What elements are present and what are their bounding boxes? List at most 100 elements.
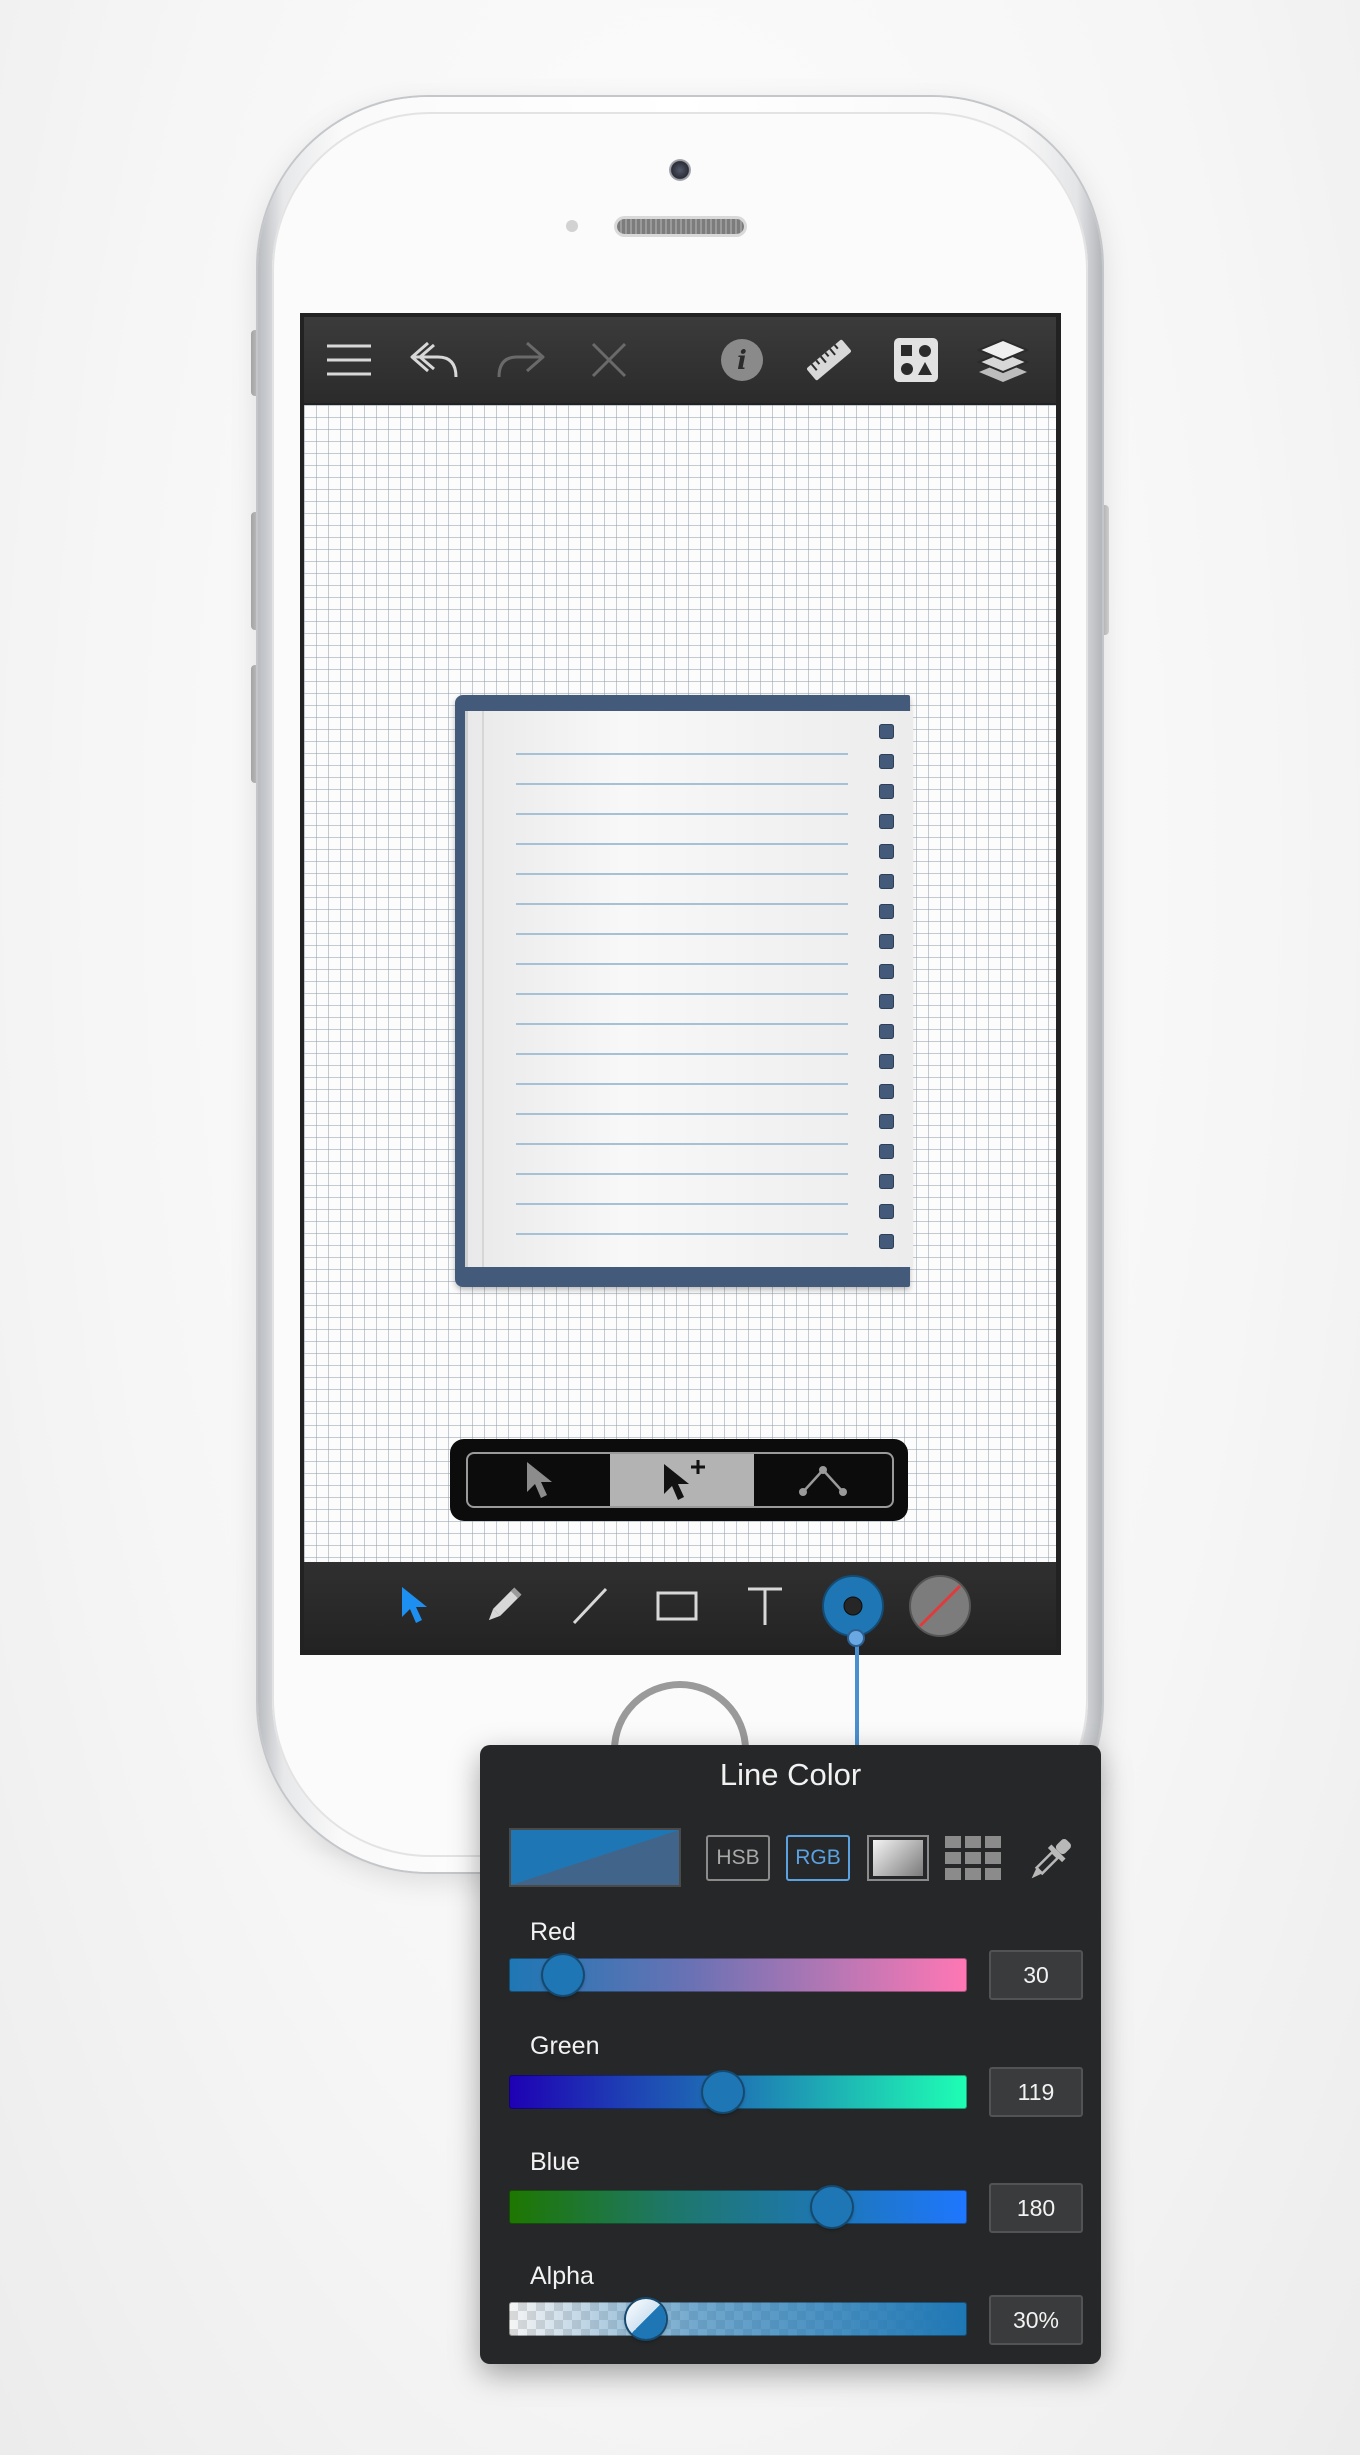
edit-points-icon <box>799 1466 847 1496</box>
notebook-binding-ring <box>879 964 894 979</box>
ruler-icon <box>807 339 851 381</box>
notebook-binding-ring <box>879 874 894 889</box>
fill-color-button[interactable] <box>905 1562 975 1650</box>
palette-button[interactable] <box>945 1836 1003 1882</box>
color-swatch-preview[interactable] <box>509 1828 681 1887</box>
notebook-rule-line <box>516 1203 848 1205</box>
gradient-icon <box>873 1840 923 1876</box>
undo-button[interactable] <box>399 317 469 403</box>
eyedropper-icon <box>1031 1839 1071 1879</box>
shapes-library-icon <box>894 338 938 382</box>
earpiece-speaker <box>617 219 744 234</box>
notebook-binding-ring <box>879 784 894 799</box>
notebook-page <box>465 711 913 1267</box>
blue-slider[interactable] <box>509 2190 967 2224</box>
proximity-sensor <box>566 220 578 232</box>
shapes-library-button[interactable] <box>881 317 951 403</box>
notebook-rule-line <box>516 993 848 995</box>
notebook-rule-line <box>516 1143 848 1145</box>
notebook-rule-line <box>516 873 848 875</box>
notebook-rule-line <box>516 783 848 785</box>
notebook-binding-ring <box>879 844 894 859</box>
green-label: Green <box>530 2032 600 2060</box>
front-camera <box>669 159 691 181</box>
close-icon <box>591 342 627 378</box>
notebook-binding-ring <box>879 1234 894 1249</box>
notebook-binding-ring <box>879 1054 894 1069</box>
text-tool[interactable] <box>730 1562 800 1650</box>
notebook-binding-ring <box>879 1144 894 1159</box>
line-tool-icon <box>572 1587 608 1625</box>
palette-grid-icon <box>945 1836 1001 1880</box>
info-icon: i <box>721 339 763 381</box>
pointer-tool[interactable] <box>380 1562 450 1650</box>
notebook-rule-line <box>516 903 848 905</box>
notebook-binding-ring <box>879 754 894 769</box>
line-color-icon <box>822 1575 884 1637</box>
fill-color-icon <box>909 1575 971 1637</box>
notebook-binding-ring <box>879 1174 894 1189</box>
alpha-value-field[interactable]: 30% <box>989 2295 1083 2345</box>
green-value-field[interactable]: 119 <box>989 2067 1083 2117</box>
popover-connector <box>855 1640 859 1750</box>
redo-icon <box>497 341 545 378</box>
pointer-tool-icon <box>402 1587 427 1623</box>
gradient-button[interactable] <box>867 1835 929 1881</box>
popover-anchor <box>849 1631 863 1645</box>
svg-text:i: i <box>737 346 747 376</box>
red-label: Red <box>530 1918 576 1946</box>
green-slider-knob[interactable] <box>702 2072 743 2112</box>
notebook-rule-line <box>516 1173 848 1175</box>
notebook-rule-line <box>516 1053 848 1055</box>
alpha-label: Alpha <box>530 2262 594 2290</box>
notebook-binding-ring <box>879 1114 894 1129</box>
notebook-rule-line <box>516 753 848 755</box>
rectangle-tool-icon <box>656 1591 698 1621</box>
alpha-slider[interactable] <box>509 2302 967 2336</box>
menu-button[interactable] <box>314 317 384 403</box>
edit-points-mode-button[interactable] <box>754 1454 892 1506</box>
panel-title: Line Color <box>719 1757 862 1792</box>
selection-mode-control <box>466 1452 894 1508</box>
tool-bar <box>304 1562 1056 1650</box>
select-arrow-icon <box>527 1462 552 1498</box>
notebook-binding-ring <box>879 1084 894 1099</box>
menu-icon <box>327 344 371 376</box>
notebook-binding-ring <box>879 1024 894 1039</box>
select-mode-button[interactable] <box>468 1454 610 1506</box>
notebook-rule-line <box>516 1083 848 1085</box>
redo-button[interactable] <box>486 317 556 403</box>
layers-icon <box>977 338 1029 382</box>
notebook-binding-ring <box>879 994 894 1009</box>
blue-value-field[interactable]: 180 <box>989 2183 1083 2233</box>
red-value-field[interactable]: 30 <box>989 1950 1083 2000</box>
undo-icon <box>410 341 458 378</box>
line-tool[interactable] <box>555 1562 625 1650</box>
text-tool-icon <box>748 1587 782 1625</box>
delete-button[interactable] <box>574 317 644 403</box>
ruler-button[interactable] <box>794 317 864 403</box>
notebook-rule-line <box>516 1113 848 1115</box>
eyedropper-button[interactable] <box>1022 1832 1078 1888</box>
notebook-rule-line <box>516 1233 848 1235</box>
layers-button[interactable] <box>968 317 1038 403</box>
hsb-mode-button[interactable]: HSB <box>706 1835 770 1881</box>
notebook-binding-ring <box>879 1204 894 1219</box>
info-button[interactable]: i <box>707 317 777 403</box>
notebook-rule-line <box>516 1023 848 1025</box>
notebook-rule-line <box>516 963 848 965</box>
rectangle-tool[interactable] <box>642 1562 712 1650</box>
notebook-rule-line <box>516 933 848 935</box>
notebook-binding-ring <box>879 814 894 829</box>
rgb-mode-button[interactable]: RGB <box>786 1835 850 1881</box>
notebook-binding-ring <box>879 934 894 949</box>
select-add-mode-button[interactable] <box>610 1454 754 1506</box>
notebook-rule-line <box>516 843 848 845</box>
select-add-arrow-icon <box>664 1460 705 1500</box>
pencil-tool[interactable] <box>468 1562 538 1650</box>
red-slider-knob[interactable] <box>543 1955 584 1995</box>
notebook-margin-line <box>482 711 484 1267</box>
top-toolbar: i <box>304 317 1056 403</box>
blue-label: Blue <box>530 2148 581 2176</box>
notebook-rule-line <box>516 813 848 815</box>
